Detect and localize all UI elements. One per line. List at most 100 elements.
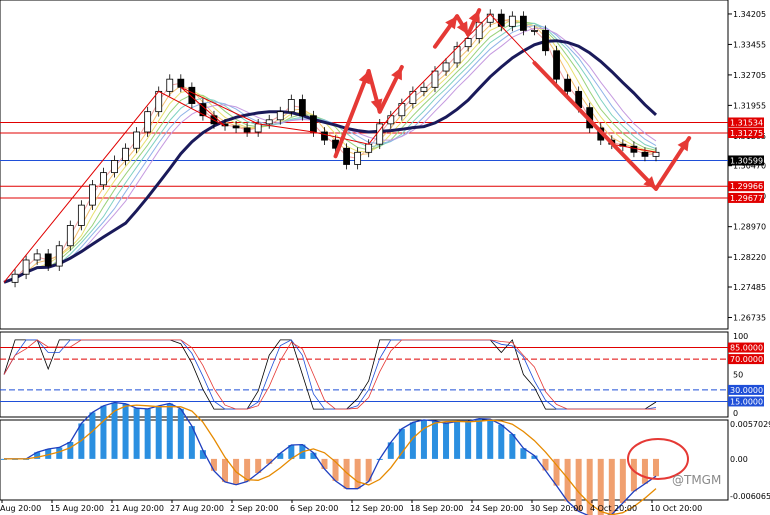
candle-body [111, 160, 118, 174]
time-tick-label: Aug 20:00 [0, 504, 41, 513]
candle-body [442, 62, 450, 72]
candle-body [177, 78, 185, 88]
candle-body [387, 115, 395, 125]
price-tick-label: 1.34205 [733, 10, 766, 19]
candle-body [508, 15, 516, 27]
time-tick-label: 12 Sep 20:00 [350, 504, 403, 513]
macd-histogram-bar [56, 447, 63, 459]
candle-body [133, 131, 141, 149]
macd-histogram-bar [100, 405, 107, 459]
candle-body [55, 245, 63, 267]
macd-histogram-bar [498, 424, 505, 459]
macd-histogram-bar [321, 458, 328, 469]
candle-body [420, 86, 428, 92]
time-tick-label: 10 Oct 20:00 [650, 504, 702, 513]
macd-histogram-bar [144, 408, 151, 459]
price-tick-label: 1.33455 [733, 40, 766, 49]
candle-body [354, 151, 362, 165]
macd-histogram-bar [443, 423, 450, 459]
macd-histogram-bar [487, 419, 494, 459]
macd-histogram-bar [476, 418, 483, 459]
candle-body [652, 151, 660, 157]
macd-histogram-bar [630, 458, 637, 492]
price-level-tag-label: 1.31534 [730, 118, 763, 127]
macd-histogram-bar [222, 458, 229, 482]
forex-chart: 1.342051.334551.327051.319551.312051.304… [0, 0, 770, 515]
stochastic-tick-label: 0 [733, 409, 738, 418]
candle-body [33, 253, 41, 261]
macd-histogram-bar [210, 458, 217, 471]
candle-body [564, 78, 571, 92]
candle-body [77, 204, 85, 226]
price-tick-label: 1.27485 [733, 283, 766, 292]
macd-histogram-bar [653, 458, 659, 477]
price-tick-label: 1.32705 [733, 71, 766, 80]
macd-histogram-bar [641, 458, 648, 484]
macd-histogram-bar [354, 458, 361, 489]
macd-tick-label: -0.0060656 [730, 492, 770, 501]
candle-body [641, 151, 649, 157]
time-tick-label: 6 Sep 20:00 [290, 504, 338, 513]
macd-histogram-bar [177, 408, 184, 459]
macd-histogram-bar [67, 441, 74, 459]
price-tick-label: 1.28220 [733, 253, 766, 262]
stochastic-tick-label: 100 [733, 332, 748, 341]
candle-body [66, 225, 74, 247]
time-tick-label: 21 Aug 20:00 [110, 504, 164, 513]
time-tick-label: 15 Aug 20:00 [50, 504, 104, 513]
time-tick-label: 27 Aug 20:00 [170, 504, 224, 513]
price-level-tag-label: 1.30599 [730, 156, 763, 165]
macd-histogram-bar [420, 419, 427, 459]
candle-body [265, 119, 273, 125]
watermark-text: @TMGM [672, 473, 721, 487]
macd-histogram-bar [465, 421, 472, 459]
candle-body [22, 259, 30, 275]
candle-body [519, 15, 527, 31]
macd-tick-label: 0.0057029 [730, 420, 770, 429]
candle-body [553, 50, 560, 80]
candle-body [409, 90, 417, 104]
stochastic-level-tag-label: 70.0000 [730, 355, 763, 364]
candle-body [89, 184, 96, 206]
candle-body [144, 111, 152, 133]
macd-histogram-bar [122, 403, 129, 459]
price-level-tag-label: 1.29677 [730, 194, 763, 203]
candle-body [310, 115, 317, 133]
macd-histogram-bar [454, 421, 461, 459]
macd-tick-label: 0.00 [730, 455, 748, 464]
macd-histogram-bar [619, 458, 626, 504]
macd-histogram-bar [155, 405, 162, 459]
stochastic-level-tag-label: 85.0000 [730, 344, 763, 353]
candle-body [431, 70, 439, 88]
time-tick-label: 2 Sep 20:00 [230, 504, 278, 513]
price-level-tags: 1.31534 1.31275 1.30599 1.29966 1.29677 [728, 117, 764, 203]
candle-body [365, 143, 373, 153]
stochastic-level-tag-label: 30.0000 [730, 386, 763, 395]
price-tick-label: 1.28970 [733, 223, 766, 232]
candle-body [276, 111, 284, 121]
candle-body [542, 30, 549, 52]
candle-body [232, 125, 240, 129]
macd-histogram-bar [133, 408, 140, 459]
macd-histogram-bar [398, 428, 405, 459]
macd-histogram-bar [89, 412, 96, 459]
candle-body [298, 99, 306, 117]
price-level-tag-label: 1.29966 [730, 182, 763, 191]
time-tick-label: 4 Oct 20:00 [590, 504, 637, 513]
price-tick-label: 1.31955 [733, 101, 766, 110]
candle-body [254, 123, 262, 133]
price-level-tag-label: 1.31275 [730, 129, 763, 138]
macd-histogram-bar [166, 403, 173, 459]
candle-body [100, 172, 107, 186]
candle-body [11, 273, 19, 283]
candle-body [531, 30, 538, 32]
candle-body [343, 147, 350, 165]
stochastic-level-tag-label: 15.0000 [730, 397, 763, 406]
candle-body [44, 253, 52, 267]
time-tick-label: 30 Sep 20:00 [530, 504, 583, 513]
candle-body [166, 78, 174, 92]
macd-histogram-bar [431, 421, 438, 459]
candle-body [486, 13, 494, 23]
candle-body [122, 147, 129, 161]
time-tick-label: 24 Sep 20:00 [470, 504, 523, 513]
